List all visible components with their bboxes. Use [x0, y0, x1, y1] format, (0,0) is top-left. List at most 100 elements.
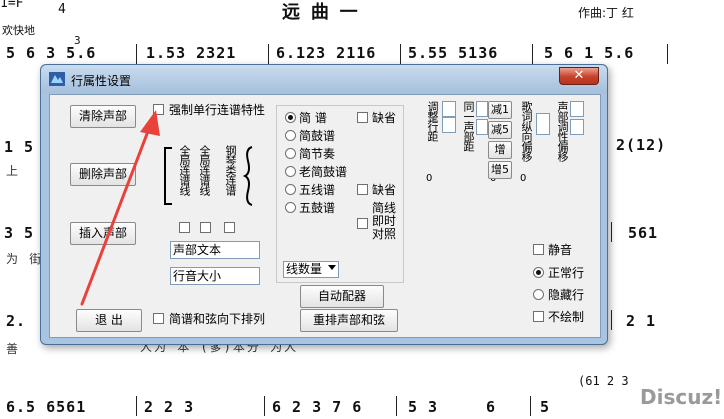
time-signature: 4 [58, 2, 66, 17]
barline [268, 44, 269, 64]
score-bottom-measure: 5 [540, 398, 551, 416]
increase-5-button[interactable]: 增5 [488, 161, 512, 179]
dialog-titlebar[interactable]: 行属性设置 ✕ [41, 65, 607, 93]
composer-label: 作曲:丁 红 [578, 6, 634, 20]
score-measure-3: 6.123 2116 [276, 44, 377, 62]
voice-offset-input-2[interactable] [570, 119, 584, 135]
hidden-line-radio[interactable] [533, 289, 544, 300]
default-checkbox-1[interactable] [357, 112, 368, 123]
decrease-1-button[interactable]: 减1 [488, 101, 512, 119]
exit-button[interactable]: 退 出 [76, 309, 142, 332]
radio-five-drum[interactable] [285, 202, 296, 213]
radio-jian-drum[interactable] [285, 130, 296, 141]
barline [136, 44, 137, 64]
barline [396, 396, 397, 416]
same-voice-label: 同一声部距 [462, 101, 475, 151]
adjust-spacing-input[interactable] [442, 101, 456, 117]
line-count-select[interactable]: 线数量 [283, 261, 339, 278]
chord-down-label: 简谱和弦向下排列 [169, 312, 266, 326]
piano-slur-checkbox[interactable] [224, 222, 235, 233]
chord-down-checkbox[interactable] [153, 313, 164, 324]
brace-icon [242, 146, 253, 206]
notation-option: 老简鼓谱 [299, 165, 348, 179]
lyric-offset-label: 歌词纵向偏移 [520, 101, 533, 161]
auto-chord-button[interactable]: 自动配器 [300, 285, 384, 308]
delete-voice-button[interactable]: 删除声部 [70, 163, 136, 186]
voice-offset-label: 声部调性偏移 [556, 101, 569, 161]
normal-line-label: 正常行 [548, 266, 585, 280]
force-single-line-label: 强制单行连谱特性 [169, 103, 266, 117]
mute-label: 静音 [548, 243, 573, 257]
score-bottom-measure: 6 2 3 7 6 [272, 398, 363, 416]
tempo-key: 1=F [0, 0, 24, 11]
line-count-value: 线数量 [286, 262, 323, 276]
barline [400, 44, 401, 64]
insert-voice-button[interactable]: 插入声部 [70, 222, 136, 245]
same-voice-input-2[interactable] [476, 119, 488, 135]
clear-voice-button[interactable]: 清除声部 [70, 105, 136, 128]
notation-option: 简节奏 [299, 147, 336, 161]
score-bottom-measure: 6 [486, 398, 497, 416]
score-left-fragment: 2. [6, 312, 27, 330]
score-bottom-right: (61 2 3 [578, 374, 629, 388]
global-tie-label: 全局连谱线 [178, 145, 191, 195]
close-button[interactable]: ✕ [559, 67, 599, 85]
hidden-line-label: 隐藏行 [548, 288, 585, 302]
radio-staff[interactable] [285, 184, 296, 195]
score-bottom-measure: 6.5 6561 [6, 398, 87, 416]
adjust-spacing-input-2[interactable] [442, 117, 456, 133]
score-right-fragment: 561 [628, 224, 659, 242]
global-tie-checkbox[interactable] [179, 222, 190, 233]
voice-text-field[interactable]: 声部文本 [170, 241, 260, 259]
score-bottom-measure: 5 3 [408, 398, 439, 416]
notation-option: 简 谱 [299, 111, 327, 125]
default-checkbox-2[interactable] [357, 184, 368, 195]
barline [611, 222, 612, 242]
spacing-value-3: 0 [520, 173, 527, 184]
section-title: 远 曲 一 [282, 2, 358, 23]
score-bottom-measure: 2 2 3 [144, 398, 195, 416]
barline [136, 396, 137, 416]
barline [530, 396, 531, 416]
global-slur-checkbox[interactable] [200, 222, 211, 233]
force-single-line-checkbox[interactable] [153, 104, 164, 115]
barline [532, 44, 533, 64]
score-right-fragment: 2 1 [626, 312, 657, 330]
score-measure-5: 5 6 1 5.6 [544, 44, 635, 62]
radio-old-drum[interactable] [285, 166, 296, 177]
score-measure-4: 5.55 5136 [408, 44, 499, 62]
watermark: Discuz! [640, 385, 723, 409]
staff-compare-checkbox[interactable] [357, 218, 368, 229]
line-size-field[interactable]: 行音大小 [170, 267, 260, 285]
score-left-fragment: 1 5 [4, 138, 35, 156]
no-draw-checkbox[interactable] [533, 311, 544, 322]
default-label-2: 缺省 [372, 183, 397, 197]
adjust-spacing-label: 调整行距 [426, 101, 439, 141]
app-icon [49, 72, 65, 86]
decrease-5-button[interactable]: 减5 [488, 121, 512, 139]
barline [264, 396, 265, 416]
score-left-lyric: 上 [6, 164, 21, 178]
radio-jian-rhythm[interactable] [285, 148, 296, 159]
score-measure-1: 5 6 3 5.6 [6, 44, 97, 62]
score-left-fragment: 3 5 [4, 224, 35, 242]
radio-jianpu[interactable] [285, 112, 296, 123]
notation-option: 简鼓谱 [299, 129, 336, 143]
spacing-value-1: 0 [426, 173, 433, 184]
normal-line-radio[interactable] [533, 267, 544, 278]
increase-button[interactable]: 增 [488, 141, 512, 159]
voice-offset-input[interactable] [570, 101, 584, 117]
lyric-offset-input[interactable] [536, 113, 550, 135]
same-voice-input[interactable] [476, 101, 488, 117]
barline [667, 44, 668, 64]
dialog-body: 清除声部 删除声部 插入声部 退 出 强制单行连谱特性 全局连谱线 全局连谱线 … [49, 94, 601, 338]
mute-checkbox[interactable] [533, 244, 544, 255]
global-slur-label: 全局连谱线 [198, 145, 211, 195]
piano-slur-label: 钢琴类连谱 [224, 145, 237, 195]
score-left-lyric: 善 [6, 342, 21, 356]
notation-option: 五鼓谱 [299, 201, 336, 215]
notation-option: 五线谱 [299, 183, 336, 197]
rearrange-voice-button[interactable]: 重排声部和弦 [300, 309, 398, 332]
notation-group: 简 谱 简鼓谱 简节奏 老简鼓谱 五线谱 五鼓谱 缺省 缺省 简线即时对照 线数… [276, 105, 404, 283]
bracket-preview [164, 147, 172, 205]
